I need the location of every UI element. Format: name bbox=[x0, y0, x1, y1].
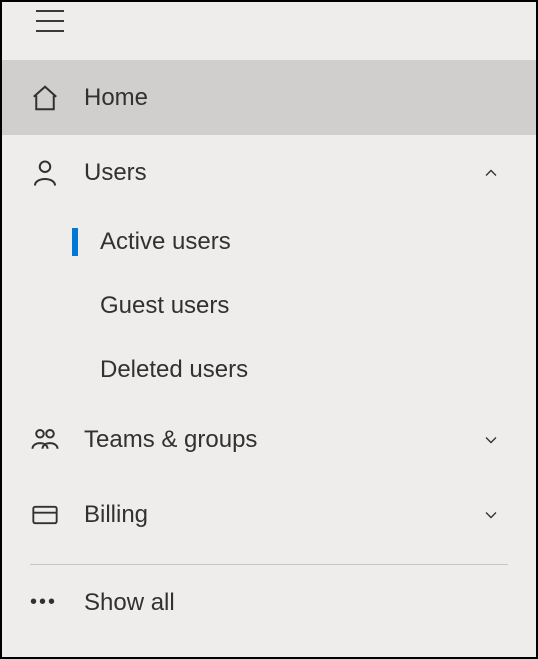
sub-label-active-users: Active users bbox=[72, 228, 231, 256]
home-icon bbox=[30, 83, 70, 113]
chevron-down-icon bbox=[480, 429, 502, 451]
nav-label-billing: Billing bbox=[70, 501, 480, 529]
chevron-up-icon bbox=[480, 162, 502, 184]
nav-item-home[interactable]: Home bbox=[2, 60, 536, 135]
nav-item-billing[interactable]: Billing bbox=[2, 477, 536, 552]
chevron-down-icon bbox=[480, 504, 502, 526]
sub-label-deleted-users: Deleted users bbox=[72, 356, 248, 384]
nav-label-users: Users bbox=[70, 159, 480, 187]
active-marker bbox=[72, 228, 78, 256]
nav-item-teams-groups[interactable]: Teams & groups bbox=[2, 402, 536, 477]
nav-item-show-all[interactable]: ••• Show all bbox=[2, 565, 536, 640]
nav-item-users[interactable]: Users bbox=[2, 135, 536, 210]
ellipsis-icon: ••• bbox=[30, 591, 70, 614]
sub-item-deleted-users[interactable]: Deleted users bbox=[2, 338, 536, 402]
teams-icon bbox=[30, 425, 70, 455]
user-icon bbox=[30, 158, 70, 188]
users-submenu: Active users Guest users Deleted users bbox=[2, 210, 536, 402]
billing-icon bbox=[30, 501, 70, 529]
nav-label-home: Home bbox=[70, 84, 502, 112]
nav-label-teams: Teams & groups bbox=[70, 426, 480, 454]
sidebar-panel: Home Users Active users Guest users Dele… bbox=[2, 2, 536, 657]
sub-item-guest-users[interactable]: Guest users bbox=[2, 274, 536, 338]
nav-label-show-all: Show all bbox=[70, 589, 502, 617]
sub-item-active-users[interactable]: Active users bbox=[2, 210, 536, 274]
menu-toggle-button[interactable] bbox=[36, 10, 64, 32]
sub-label-guest-users: Guest users bbox=[72, 292, 229, 320]
